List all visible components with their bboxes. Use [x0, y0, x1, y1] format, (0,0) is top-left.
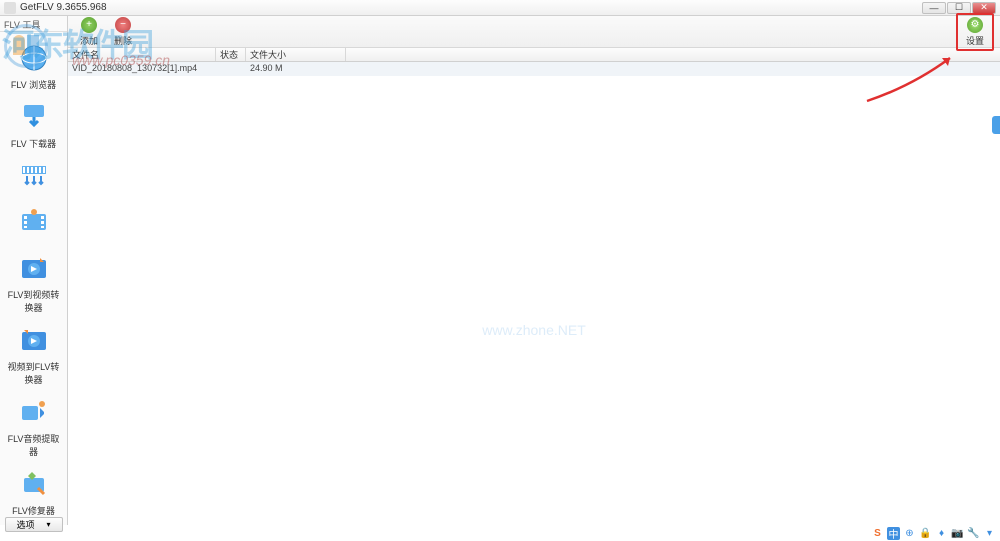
minimize-button[interactable]: —: [922, 2, 946, 14]
sidebar-item-label: FLV 下载器: [11, 137, 56, 150]
sidebar-item-label: FLV修复器: [12, 504, 55, 517]
add-button[interactable]: + 添加: [74, 15, 104, 49]
maximize-button[interactable]: ☐: [947, 2, 971, 14]
watermark-center: www.zhone.NET: [482, 322, 585, 338]
sidebar-header: FLV 工具: [0, 18, 67, 32]
splitter-icon: [18, 160, 50, 192]
content-area: + 添加 − 删除 ⚙ 设置 文件名 状态 文件大小 VID_20180: [68, 16, 1000, 525]
browser-icon: [18, 42, 50, 74]
sidebar-item-repair[interactable]: FLV修复器: [4, 468, 64, 517]
sidebar-item-label: FLV音频提取器: [4, 432, 64, 458]
column-status[interactable]: 状态: [216, 48, 246, 61]
sidebar: FLV 工具 FLV 浏览器 FLV 下载器: [0, 16, 68, 525]
tray-icon-ime[interactable]: 中: [887, 527, 900, 540]
plus-icon: +: [81, 17, 97, 33]
gear-icon: ⚙: [967, 17, 983, 33]
sidebar-item-label: FLV到视频转换器: [4, 288, 64, 314]
converter2-icon: [18, 324, 50, 356]
system-tray: S 中 ⊕ 🔒 ♦ 📷 🔧 ▾: [871, 525, 996, 541]
tray-icon-diamond[interactable]: ♦: [935, 527, 948, 540]
download-icon: [18, 101, 50, 133]
cell-status: [216, 62, 246, 76]
close-button[interactable]: ✕: [972, 2, 996, 14]
tray-icon-camera[interactable]: 📷: [951, 527, 964, 540]
window-controls: — ☐ ✕: [922, 2, 996, 14]
tray-icon-globe[interactable]: ⊕: [903, 527, 916, 540]
right-side-tab[interactable]: [992, 116, 1000, 134]
sidebar-item-downloader[interactable]: FLV 下载器: [4, 101, 64, 150]
cell-filename: VID_20180808_130732[1].mp4: [68, 62, 216, 76]
titlebar: GetFLV 9.3655.968 — ☐ ✕: [0, 0, 1000, 16]
window-title: GetFLV 9.3655.968: [20, 2, 922, 13]
tray-icon-chevron[interactable]: ▾: [983, 527, 996, 540]
tray-icon-wrench[interactable]: 🔧: [967, 527, 980, 540]
main-layout: FLV 工具 FLV 浏览器 FLV 下载器: [0, 16, 1000, 525]
toolbar: + 添加 − 删除 ⚙ 设置: [68, 16, 1000, 48]
column-size[interactable]: 文件大小: [246, 48, 346, 61]
tray-icon-lock[interactable]: 🔒: [919, 527, 932, 540]
converter-icon: [18, 252, 50, 284]
sidebar-item-audio-extract[interactable]: FLV音频提取器: [4, 396, 64, 458]
table-header: 文件名 状态 文件大小: [68, 48, 1000, 62]
minus-icon: −: [115, 17, 131, 33]
sidebar-item-splitter[interactable]: [4, 160, 64, 196]
table-row[interactable]: VID_20180808_130732[1].mp4 24.90 M: [68, 62, 1000, 76]
column-filename[interactable]: 文件名: [68, 48, 216, 61]
options-button[interactable]: 选项: [5, 517, 63, 532]
sidebar-item-film[interactable]: [4, 206, 64, 242]
cell-size: 24.90 M: [246, 62, 346, 76]
settings-button[interactable]: ⚙ 设置: [956, 13, 994, 51]
sidebar-item-video-to-flv[interactable]: 视频到FLV转换器: [4, 324, 64, 386]
repair-icon: [18, 468, 50, 500]
sidebar-item-flv-to-video[interactable]: FLV到视频转换器: [4, 252, 64, 314]
sidebar-item-browser[interactable]: FLV 浏览器: [4, 42, 64, 91]
app-icon: [4, 2, 16, 14]
film-icon: [18, 206, 50, 238]
delete-button[interactable]: − 删除: [108, 15, 138, 49]
sidebar-item-label: 视频到FLV转换器: [4, 360, 64, 386]
tray-icon-s[interactable]: S: [871, 527, 884, 540]
audio-icon: [18, 396, 50, 428]
table-body: VID_20180808_130732[1].mp4 24.90 M www.z…: [68, 62, 1000, 525]
sidebar-item-label: FLV 浏览器: [11, 78, 56, 91]
